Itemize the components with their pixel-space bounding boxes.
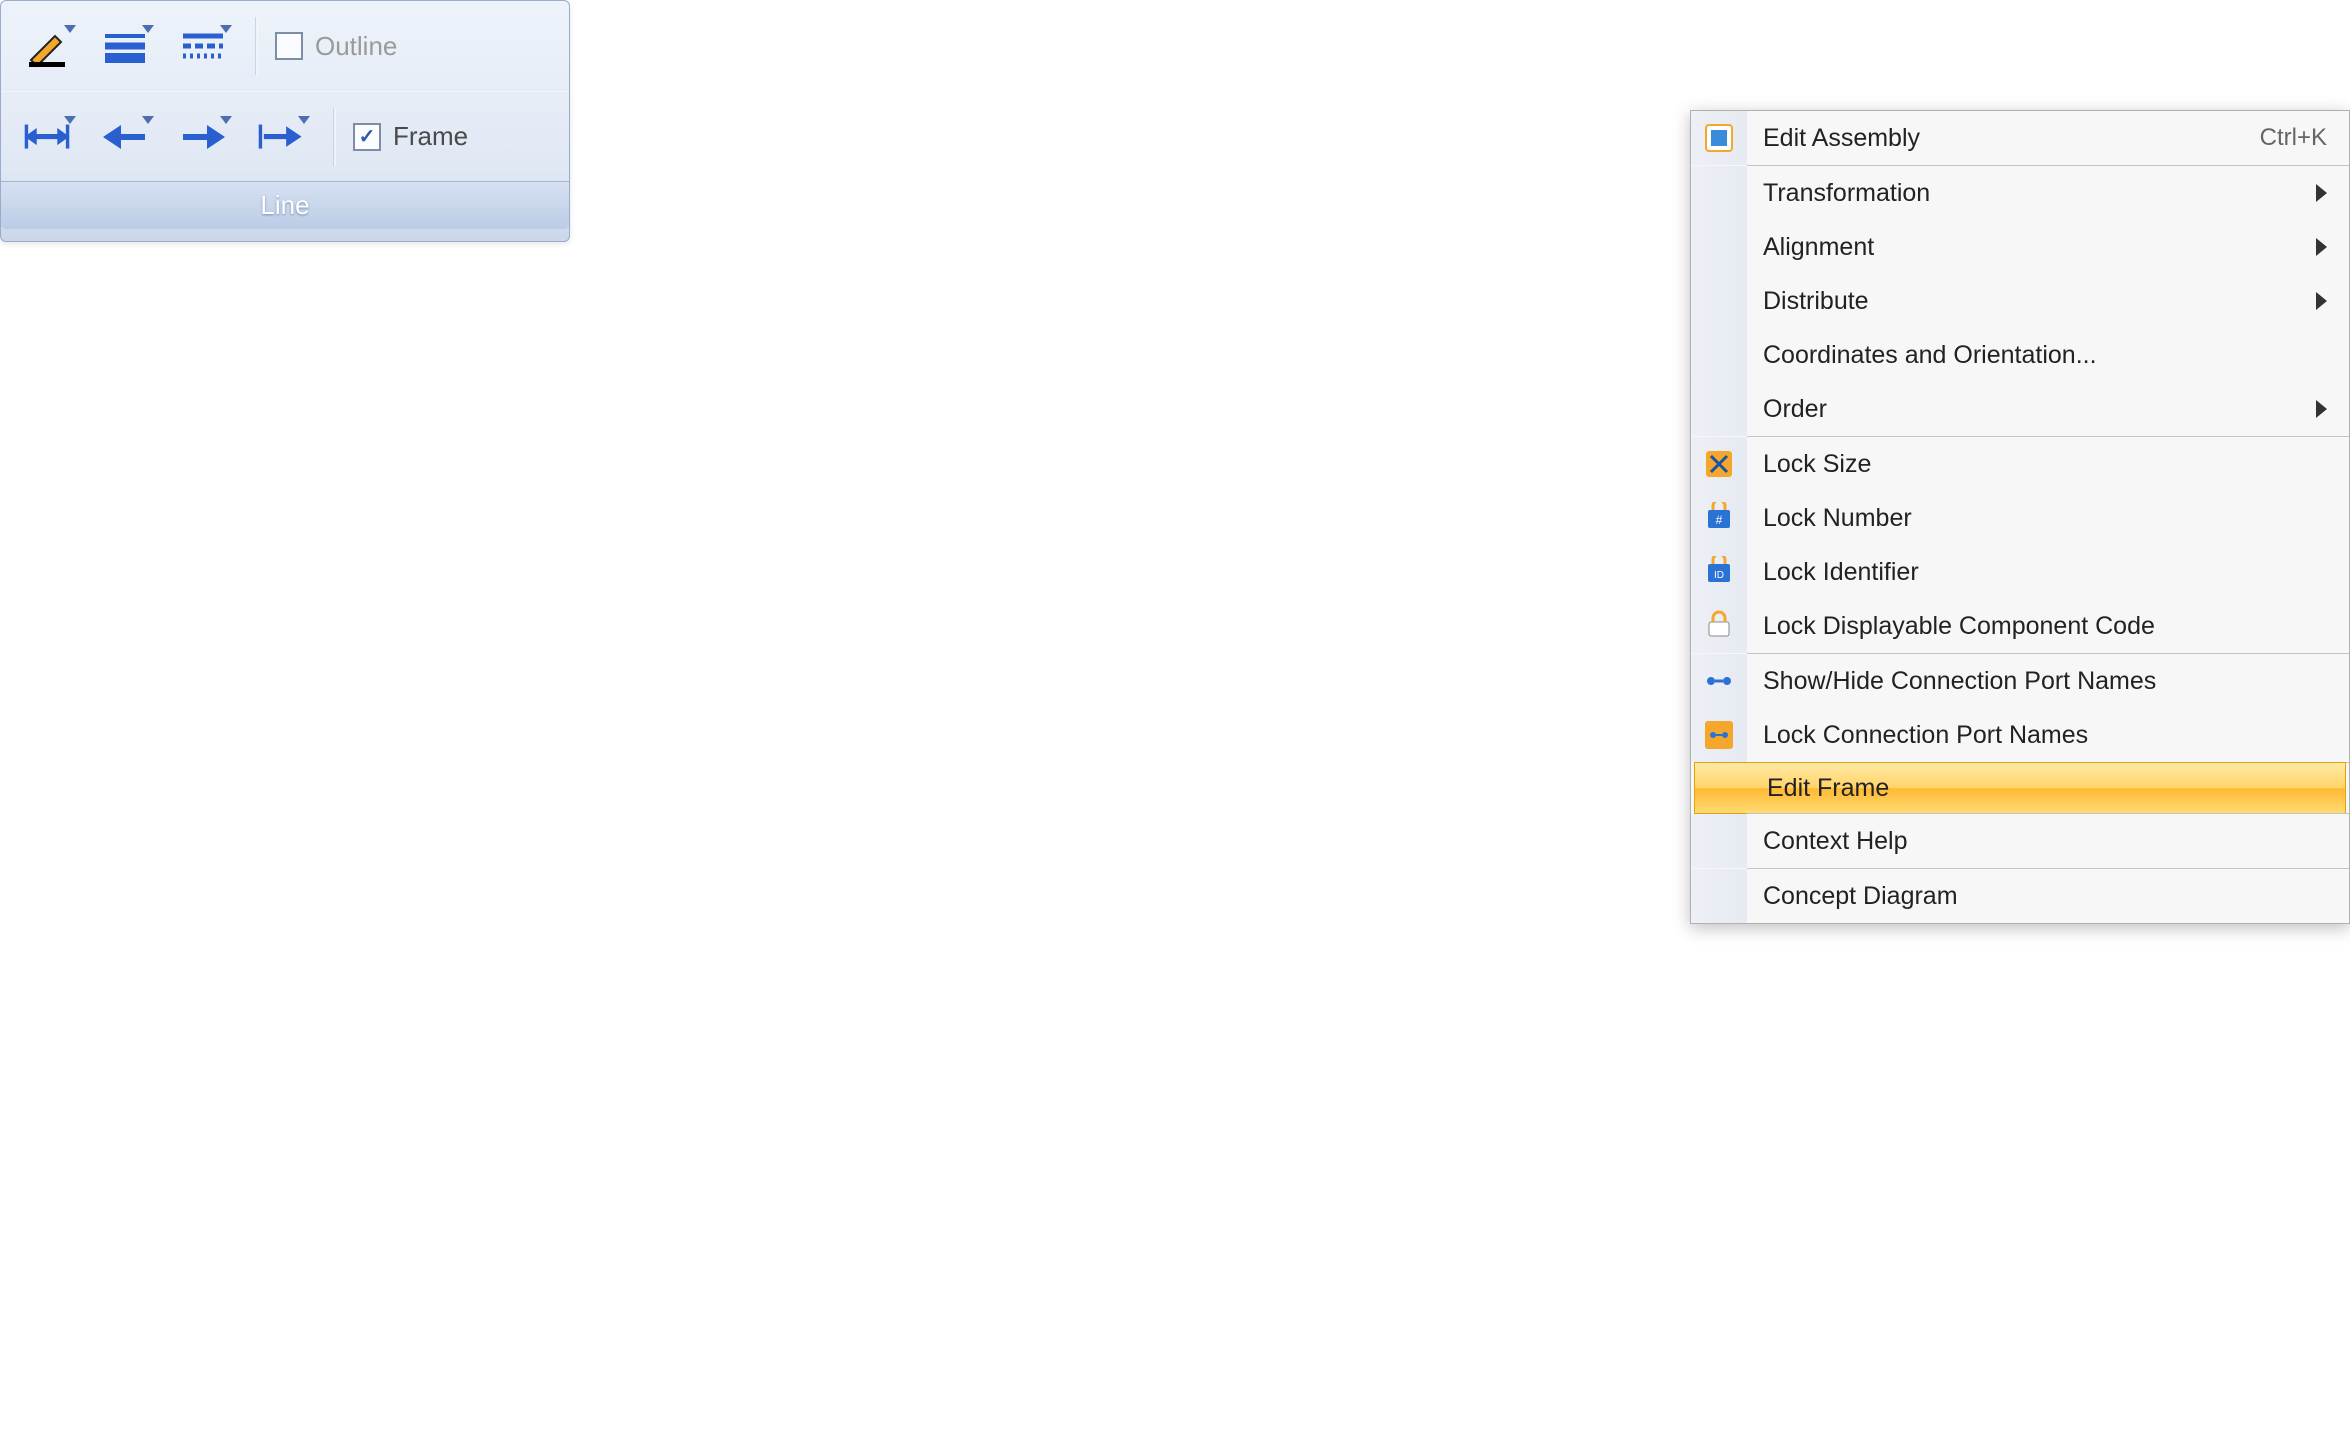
chevron-down-icon [220,25,232,33]
menu-transformation[interactable]: Transformation [1691,166,2349,220]
outline-checkbox[interactable] [275,32,303,60]
arrow-both-button[interactable] [11,107,83,167]
menu-lock-identifier[interactable]: ID Lock Identifier [1691,545,2349,599]
lock-code-icon [1703,610,1735,642]
arrow-right-bar-button[interactable] [245,107,317,167]
submenu-arrow-icon [2316,400,2327,418]
svg-text:#: # [1716,513,1723,527]
svg-text:ID: ID [1714,570,1724,581]
schematic-lines-right [1080,1065,2260,1225]
menu-distribute[interactable]: Distribute [1691,274,2349,328]
lock-size-icon [1703,448,1735,480]
chevron-down-icon [142,116,154,124]
ribbon-divider [255,17,259,75]
menu-edit-assembly[interactable]: Edit Assembly Ctrl+K [1691,111,2349,165]
menu-lock-port-names[interactable]: Lock Connection Port Names [1691,708,2349,762]
shortcut-label: Ctrl+K [2260,124,2327,152]
menu-lock-component-code[interactable]: Lock Displayable Component Code [1691,599,2349,653]
pressure-relief-valve [315,700,595,980]
ribbon-panel-title: Line [1,181,569,229]
submenu-arrow-icon [2316,292,2327,310]
frame-checkbox[interactable] [353,123,381,151]
line-color-button[interactable] [11,16,83,76]
ribbon-row-1: Outline [1,1,569,91]
line-style-button[interactable] [89,16,161,76]
submenu-arrow-icon [2316,184,2327,202]
menu-lock-number[interactable]: # Lock Number [1691,491,2349,545]
lock-ports-icon [1703,719,1735,751]
check-valve-pair [1035,445,1230,690]
directional-valve-symbol [815,137,1690,560]
menu-concept-diagram[interactable]: Concept Diagram [1691,869,2349,923]
chevron-down-icon [64,25,76,33]
lock-number-icon: # [1703,502,1735,534]
ports-icon [1703,665,1735,697]
outline-label: Outline [315,31,397,62]
schematic-lines-left [70,835,1080,1225]
ribbon-row-2: Frame [1,91,569,181]
chevron-down-icon [220,116,232,124]
frame-label: Frame [393,121,468,152]
line-dash-button[interactable] [167,16,239,76]
menu-context-help[interactable]: Context Help [1691,814,2349,868]
menu-order[interactable]: Order [1691,382,2349,436]
menu-edit-frame[interactable]: Edit Frame [1694,762,2346,814]
menu-coordinates-orientation[interactable]: Coordinates and Orientation... [1691,328,2349,382]
assembly-outline [1100,940,2170,1335]
submenu-arrow-icon [2316,238,2327,256]
arrow-right-button[interactable] [167,107,239,167]
chevron-down-icon [298,116,310,124]
menu-lock-size[interactable]: Lock Size [1691,437,2349,491]
ribbon-line-panel: Outline [0,0,570,242]
chevron-down-icon [64,116,76,124]
outline-checkbox-wrap[interactable]: Outline [275,31,397,62]
lock-id-icon: ID [1703,556,1735,588]
frame-checkbox-wrap[interactable]: Frame [353,121,468,152]
context-menu: Edit Assembly Ctrl+K Transformation Alig… [1690,110,2350,924]
assembly-icon [1703,122,1735,154]
menu-show-hide-port-names[interactable]: Show/Hide Connection Port Names [1691,654,2349,708]
arrow-left-button[interactable] [89,107,161,167]
chevron-down-icon [142,25,154,33]
ribbon-divider [333,108,337,166]
menu-alignment[interactable]: Alignment [1691,220,2349,274]
